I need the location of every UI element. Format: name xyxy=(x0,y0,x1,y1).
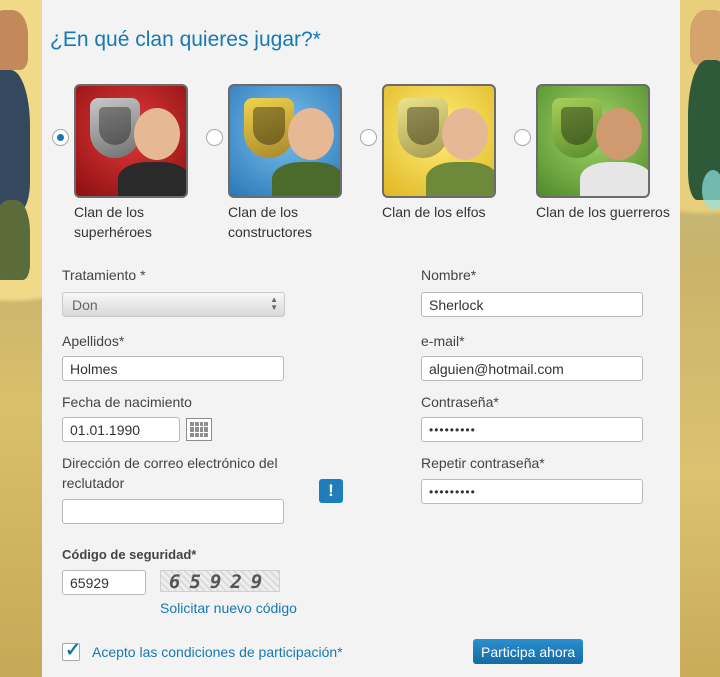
repetir-contrasena-input[interactable] xyxy=(421,479,643,504)
right-background-art xyxy=(678,0,720,677)
page-title: ¿En qué clan quieres jugar?* xyxy=(50,28,321,51)
acepto-label[interactable]: Acepto las condiciones de participación* xyxy=(92,644,343,660)
farmer-body-illustration xyxy=(0,70,30,210)
nombre-input[interactable] xyxy=(421,292,643,317)
clan-label: Clan de los constructores xyxy=(228,204,313,240)
clan-radio-superheroes[interactable] xyxy=(52,129,69,146)
nuevo-codigo-link[interactable]: Solicitar nuevo código xyxy=(160,600,297,616)
clan-radio-constructores[interactable] xyxy=(206,129,223,146)
clan-radio-elfos[interactable] xyxy=(360,129,377,146)
farmer-legs-illustration xyxy=(0,200,30,280)
left-background-art xyxy=(0,0,42,677)
reclutador-label: Dirección de correo electrónico del recl… xyxy=(62,455,278,491)
fecha-input[interactable] xyxy=(62,417,180,442)
repetir-contrasena-label: Repetir contraseña* xyxy=(421,455,545,471)
tratamiento-select[interactable]: Don ▲ ▼ xyxy=(62,292,285,317)
email-input[interactable] xyxy=(421,356,643,381)
contrasena-input[interactable] xyxy=(421,417,643,442)
elfos-clan-image[interactable] xyxy=(382,84,496,198)
acepto-checkbox[interactable]: ✓ xyxy=(62,640,81,661)
apellidos-input[interactable] xyxy=(62,356,284,381)
clan-label: Clan de los superhéroes xyxy=(74,204,152,240)
captcha-image: 65929 xyxy=(160,570,280,592)
fecha-label: Fecha de nacimiento xyxy=(62,394,192,410)
tratamiento-value: Don xyxy=(72,297,98,313)
warrior-body-illustration xyxy=(580,162,648,196)
select-arrows-icon: ▲ ▼ xyxy=(270,295,278,312)
elf-body-illustration xyxy=(426,162,494,196)
tratamiento-label: Tratamiento * xyxy=(62,267,146,283)
calendar-icon[interactable] xyxy=(186,418,212,441)
hero-body-illustration xyxy=(118,162,186,196)
captcha-text: 65929 xyxy=(169,571,272,592)
shield-icon xyxy=(552,98,602,158)
info-icon[interactable]: ! xyxy=(319,479,343,503)
builder-body-illustration xyxy=(272,162,340,196)
guerreros-clan-image[interactable] xyxy=(536,84,650,198)
clan-radio-guerreros[interactable] xyxy=(514,129,531,146)
superheroes-clan-image[interactable] xyxy=(74,84,188,198)
elf-face-illustration xyxy=(442,108,488,160)
nombre-label: Nombre* xyxy=(421,267,477,283)
hero-face-illustration xyxy=(134,108,180,160)
registration-panel: ¿En qué clan quieres jugar?* Clan de los… xyxy=(42,0,680,677)
codigo-input[interactable] xyxy=(62,570,146,595)
participa-button[interactable]: Participa ahora xyxy=(473,639,584,664)
constructores-clan-image[interactable] xyxy=(228,84,342,198)
shield-icon xyxy=(398,98,448,158)
email-label: e-mail* xyxy=(421,333,465,349)
warrior-face-illustration xyxy=(596,108,642,160)
reclutador-input[interactable] xyxy=(62,499,284,524)
apellidos-label: Apellidos* xyxy=(62,333,125,349)
checkmark-icon: ✓ xyxy=(65,640,81,661)
shield-icon xyxy=(90,98,140,158)
elf-head-illustration xyxy=(690,10,720,65)
farmer-head-illustration xyxy=(0,10,28,70)
contrasena-label: Contraseña* xyxy=(421,394,499,410)
shield-icon xyxy=(244,98,294,158)
builder-face-illustration xyxy=(288,108,334,160)
clan-label: Clan de los guerreros xyxy=(536,204,670,220)
codigo-label: Código de seguridad* xyxy=(62,547,197,562)
magic-glow-illustration xyxy=(702,170,720,210)
clan-label: Clan de los elfos xyxy=(382,204,486,220)
